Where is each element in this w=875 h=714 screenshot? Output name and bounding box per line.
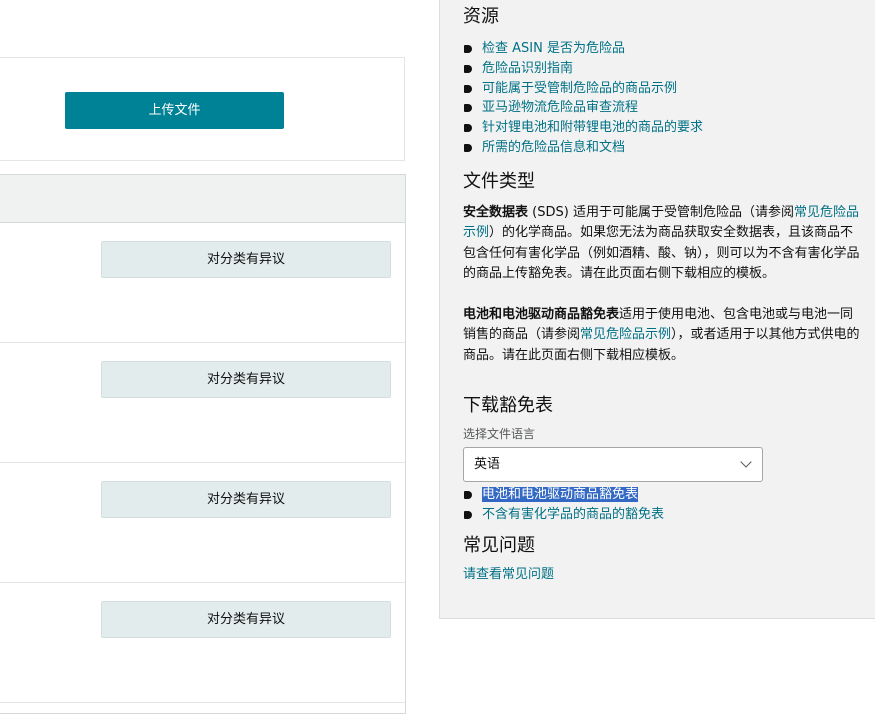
- language-select[interactable]: 英语: [463, 447, 763, 483]
- upload-file-button[interactable]: 上传文件: [65, 92, 284, 129]
- resource-link-identification-guide[interactable]: 危险品识别指南: [482, 61, 573, 76]
- list-item: 可能属于受管制危险品的商品示例: [463, 79, 865, 99]
- list-item: 亚马逊物流危险品审查流程: [463, 98, 865, 118]
- list-item: 针对锂电池和附带锂电池的商品的要求: [463, 118, 865, 138]
- battery-description: 电池和电池驱动商品豁免表适用于使用电池、包含电池或与电池一同销售的商品（请参阅常…: [463, 305, 865, 367]
- table-row: 对分类有异议: [0, 223, 405, 343]
- tag-bullet-icon: [464, 104, 472, 113]
- language-select-value: 英语: [474, 457, 501, 473]
- dispute-classification-button[interactable]: 对分类有异议: [101, 601, 391, 638]
- language-select-label: 选择文件语言: [463, 427, 536, 442]
- battery-term: 电池和电池驱动商品豁免表: [463, 306, 620, 322]
- list-item: 危险品识别指南: [463, 59, 865, 79]
- tag-bullet-icon: [464, 143, 472, 152]
- tag-bullet-icon: [464, 45, 472, 53]
- sds-term: 安全数据表: [463, 204, 529, 220]
- tag-bullet-icon: [464, 491, 472, 500]
- resource-link-check-asin[interactable]: 检查 ASIN 是否为危险品: [482, 41, 625, 56]
- sds-text-after: ）的化学商品。如果您无法为商品获取安全数据表，且该商品不包含任何有害化学品（例如…: [463, 225, 860, 282]
- battery-examples-link[interactable]: 常见危险品示例: [580, 327, 671, 342]
- tag-bullet-icon: [464, 64, 472, 73]
- list-item: 检查 ASIN 是否为危险品: [463, 39, 865, 59]
- sds-description: 安全数据表 (SDS) 适用于可能属于受管制危险品（请参阅常见危险品示例）的化学…: [463, 203, 865, 285]
- sds-text-before: (SDS) 适用于可能属于受管制危险品（请参阅: [528, 204, 794, 220]
- resources-title: 资源: [463, 6, 499, 27]
- resources-link-list: 检查 ASIN 是否为危险品 危险品识别指南 可能属于受管制危险品的商品示例 亚…: [463, 39, 865, 158]
- download-non-hazmat-exemption-link[interactable]: 不含有害化学品的商品的豁免表: [482, 507, 664, 522]
- download-link-list: 电池和电池驱动商品豁免表 不含有害化学品的商品的豁免表: [463, 485, 865, 525]
- upload-card: 上传文件: [0, 57, 405, 161]
- faq-link[interactable]: 请查看常见问题: [463, 567, 554, 582]
- table-row: 对分类有异议: [0, 463, 405, 583]
- download-battery-exemption-link[interactable]: 电池和电池驱动商品豁免表: [482, 487, 639, 503]
- tag-bullet-icon: [464, 84, 472, 93]
- list-item: 电池和电池驱动商品豁免表: [463, 485, 865, 505]
- resource-link-required-documents[interactable]: 所需的危险品信息和文档: [482, 140, 625, 155]
- resources-panel: 资源 检查 ASIN 是否为危险品 危险品识别指南 可能属于受管制危险品的商品示…: [439, 0, 875, 619]
- chevron-down-icon: [740, 456, 752, 468]
- left-column: 上传文件 对分类有异议 对分类有异议 对分类有异议 对分类有异议: [0, 0, 406, 714]
- resource-link-lithium-battery[interactable]: 针对锂电池和附带锂电池的商品的要求: [482, 120, 703, 135]
- tag-bullet-icon: [464, 511, 472, 520]
- dispute-classification-button[interactable]: 对分类有异议: [101, 241, 391, 278]
- download-title: 下载豁免表: [463, 395, 553, 417]
- file-types-title: 文件类型: [463, 170, 535, 192]
- table-row: 对分类有异议: [0, 343, 405, 463]
- table-header: [0, 175, 405, 223]
- dispute-classification-button[interactable]: 对分类有异议: [101, 361, 391, 398]
- resource-link-product-examples[interactable]: 可能属于受管制危险品的商品示例: [482, 81, 677, 96]
- classification-table: 对分类有异议 对分类有异议 对分类有异议 对分类有异议: [0, 174, 406, 714]
- list-item: 不含有害化学品的商品的豁免表: [463, 505, 865, 525]
- faq-link-wrapper: 请查看常见问题: [463, 566, 865, 584]
- resource-link-review-process[interactable]: 亚马逊物流危险品审查流程: [482, 100, 638, 115]
- list-item: 所需的危险品信息和文档: [463, 138, 865, 158]
- dispute-classification-button[interactable]: 对分类有异议: [101, 481, 391, 518]
- tag-bullet-icon: [464, 124, 472, 133]
- faq-title: 常见问题: [463, 534, 535, 556]
- table-row: 对分类有异议: [0, 583, 405, 703]
